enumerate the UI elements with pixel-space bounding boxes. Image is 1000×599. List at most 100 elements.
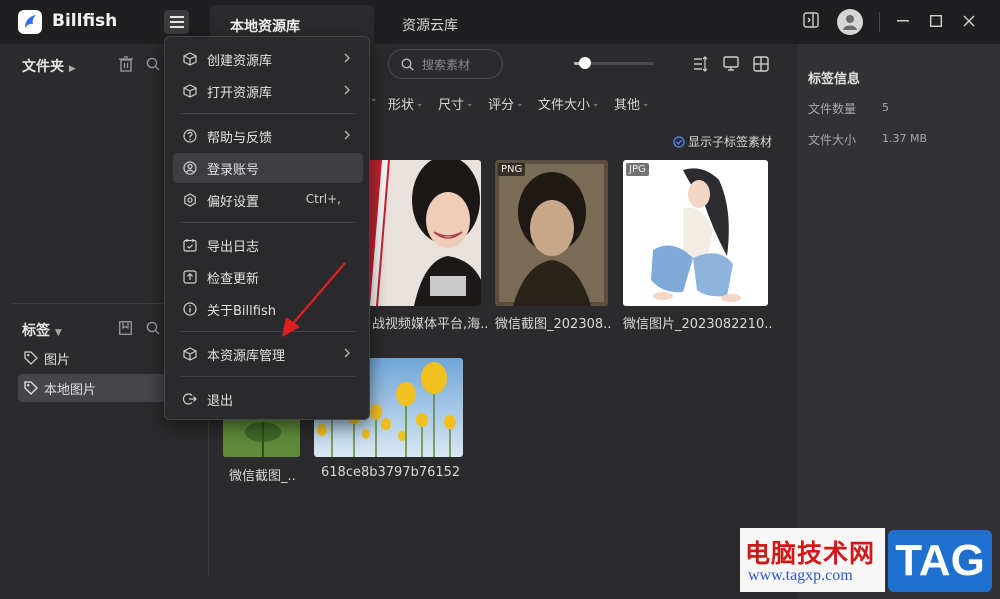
check-circle-icon bbox=[673, 135, 685, 148]
filter-other[interactable]: 其他 ⌄ bbox=[614, 94, 650, 113]
settings-icon bbox=[184, 193, 196, 207]
menu-separator bbox=[181, 222, 355, 223]
menu-item-label: 导出日志 bbox=[207, 239, 260, 255]
menu-item-shortcut: Ctrl+, bbox=[305, 192, 341, 206]
slider-thumb[interactable] bbox=[579, 57, 591, 69]
tab-cloud-library[interactable]: 资源云库 bbox=[402, 15, 458, 35]
billfish-logo-icon bbox=[18, 10, 42, 34]
user-icon bbox=[183, 161, 197, 175]
file-type-badge: JPG bbox=[626, 163, 649, 176]
caret-down-icon: ▼ bbox=[54, 328, 62, 338]
asset-caption: 微信截图_202308.. bbox=[495, 317, 612, 332]
maximize-icon[interactable] bbox=[930, 15, 942, 27]
exit-icon bbox=[183, 393, 197, 405]
menu-item-create-library[interactable]: 创建资源库 bbox=[173, 44, 363, 74]
show-sub-tags-toggle[interactable]: 显示子标签素材 bbox=[673, 133, 772, 150]
asset-caption: 微信图片_2023082210.. bbox=[623, 317, 773, 332]
chevron-right-icon bbox=[343, 52, 351, 64]
hamburger-icon bbox=[169, 16, 184, 28]
close-icon[interactable] bbox=[963, 15, 975, 27]
file-count-label: 文件数量 bbox=[808, 102, 857, 116]
file-count-value: 5 bbox=[882, 101, 889, 114]
minimize-icon[interactable] bbox=[897, 20, 909, 22]
menu-item-label: 关于Billfish bbox=[207, 303, 276, 319]
filter-file-size[interactable]: 文件大小 ⌄ bbox=[538, 94, 600, 113]
sidebar-item-label: 本地图片 bbox=[44, 382, 97, 398]
menu-item-exit[interactable]: 退出 bbox=[173, 384, 363, 414]
chevron-down-icon: ⌄ bbox=[516, 98, 524, 109]
show-sub-tags-label: 显示子标签素材 bbox=[688, 135, 773, 149]
filter-rating[interactable]: 评分 ⌄ bbox=[488, 94, 524, 113]
cube-icon bbox=[183, 52, 197, 66]
sidebar-item-label: 图片 bbox=[44, 352, 71, 368]
sort-icon[interactable] bbox=[693, 56, 709, 72]
menu-item-label: 打开资源库 bbox=[207, 85, 273, 101]
main-menu-button[interactable] bbox=[164, 10, 189, 34]
menu-item-label: 帮助与反馈 bbox=[207, 130, 273, 146]
tag-header[interactable]: 标签 ▼ bbox=[22, 320, 62, 340]
watermark-tag-logo: TAG bbox=[888, 530, 992, 592]
user-avatar-icon bbox=[843, 15, 857, 30]
watermark-url: www.tagxp.com bbox=[748, 567, 853, 584]
menu-item-open-library[interactable]: 打开资源库 bbox=[173, 76, 363, 106]
calendar-icon bbox=[183, 239, 197, 252]
app-title: Billfish bbox=[52, 11, 118, 31]
chevron-down-icon: ⌄ bbox=[592, 98, 600, 109]
chevron-right-icon bbox=[343, 129, 351, 141]
cube-icon bbox=[183, 84, 197, 98]
watermark-site-name: 电脑技术网 bbox=[745, 539, 876, 568]
main-menu-dropdown: 创建资源库 打开资源库 帮助与反馈 登录账号 偏好设置 Ctrl+, 导出日志 … bbox=[164, 36, 370, 420]
asset-caption: 战视频媒体平台,海.. bbox=[372, 317, 489, 332]
chevron-down-icon: ⌄ bbox=[466, 98, 474, 109]
chevron-right-icon bbox=[343, 84, 351, 96]
menu-item-help-feedback[interactable]: 帮助与反馈 bbox=[173, 121, 363, 151]
menu-item-label: 偏好设置 bbox=[207, 194, 260, 210]
asset-thumbnail[interactable]: JPG bbox=[623, 160, 768, 306]
filter-type-caret[interactable]: ⌄ bbox=[370, 94, 378, 104]
tag-search-icon[interactable] bbox=[146, 321, 160, 335]
bookmark-icon[interactable] bbox=[119, 321, 132, 335]
chevron-right-icon bbox=[343, 347, 351, 359]
menu-separator bbox=[181, 376, 355, 377]
menu-item-login[interactable]: 登录账号 bbox=[173, 153, 363, 183]
grid-layout-icon[interactable] bbox=[753, 56, 769, 72]
menu-item-label: 检查更新 bbox=[207, 271, 260, 287]
info-icon bbox=[183, 302, 197, 316]
folder-header-label: 文件夹 bbox=[22, 59, 64, 75]
folder-header[interactable]: 文件夹 ▶ bbox=[22, 56, 76, 76]
tag-header-label: 标签 bbox=[22, 323, 50, 339]
search-placeholder: 搜索素材 bbox=[422, 57, 471, 72]
titlebar-divider bbox=[879, 12, 880, 32]
menu-item-label: 创建资源库 bbox=[207, 53, 273, 69]
info-panel bbox=[798, 44, 1000, 599]
asset-thumbnail[interactable]: PNG bbox=[495, 160, 608, 306]
asset-search-input[interactable]: 搜索素材 bbox=[388, 49, 503, 79]
caret-right-icon: ▶ bbox=[68, 64, 76, 74]
file-size-value: 1.37 MB bbox=[882, 132, 928, 145]
menu-item-label: 登录账号 bbox=[207, 162, 260, 178]
display-mode-icon[interactable] bbox=[723, 56, 739, 72]
menu-item-preferences[interactable]: 偏好设置 Ctrl+, bbox=[173, 185, 363, 215]
chevron-down-icon: ⌄ bbox=[416, 98, 424, 109]
tag-icon bbox=[24, 351, 38, 365]
menu-item-label: 退出 bbox=[207, 393, 234, 409]
asset-caption: 618ce8b3797b76152 bbox=[321, 465, 461, 480]
search-icon bbox=[401, 57, 414, 71]
title-bar: Billfish 本地资源库 资源云库 bbox=[0, 0, 1000, 44]
info-panel-title: 标签信息 bbox=[808, 72, 861, 87]
panel-toggle-icon[interactable] bbox=[803, 12, 819, 28]
file-type-badge: PNG bbox=[498, 163, 526, 176]
help-icon bbox=[183, 129, 197, 143]
file-size-label: 文件大小 bbox=[808, 133, 857, 147]
filter-shape[interactable]: 形状 ⌄ bbox=[388, 94, 424, 113]
trash-icon[interactable] bbox=[119, 56, 133, 72]
filter-size[interactable]: 尺寸 ⌄ bbox=[438, 94, 474, 113]
avatar[interactable] bbox=[837, 9, 863, 35]
cube-icon bbox=[183, 347, 197, 361]
folder-search-icon[interactable] bbox=[146, 57, 160, 71]
update-icon bbox=[183, 270, 197, 284]
asset-thumbnail[interactable] bbox=[368, 160, 481, 306]
menu-item-label: 本资源库管理 bbox=[207, 348, 286, 364]
tag-icon bbox=[24, 381, 38, 395]
menu-separator bbox=[181, 113, 355, 114]
